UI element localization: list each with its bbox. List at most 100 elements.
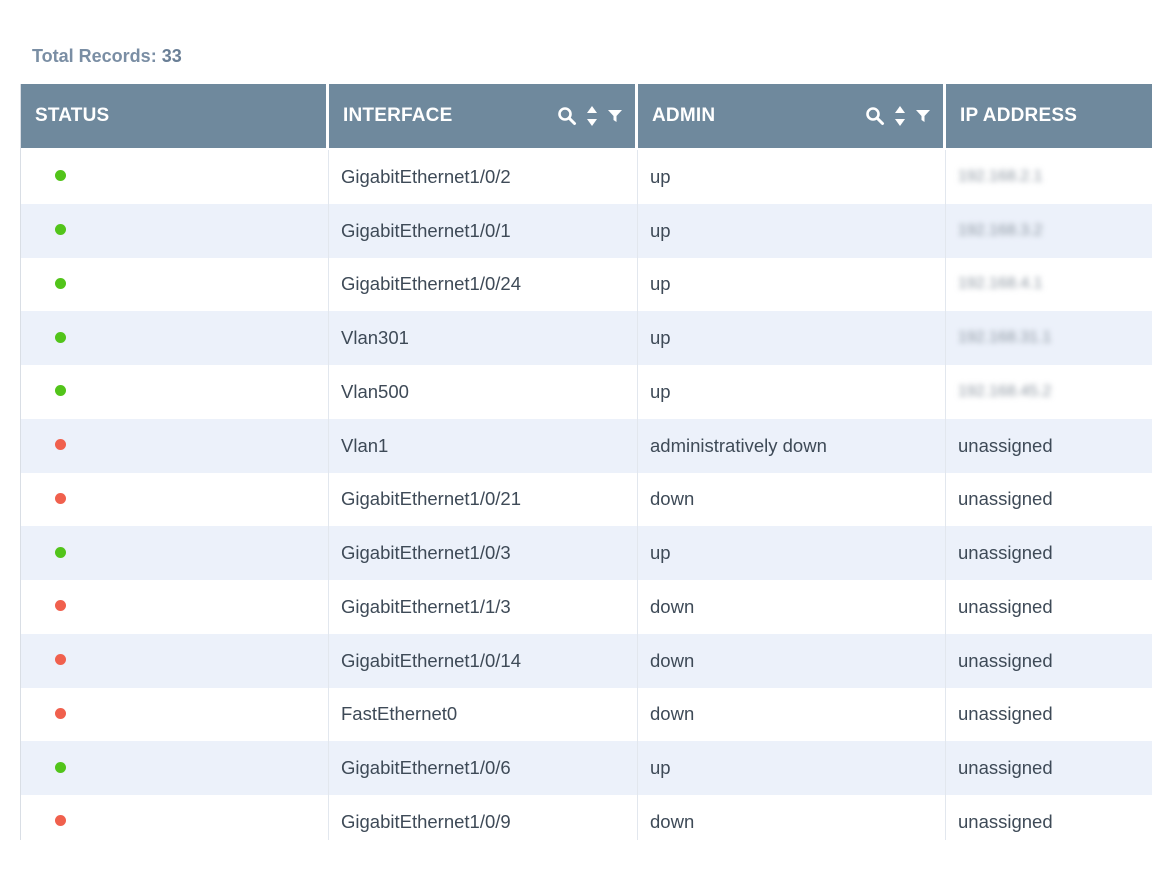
admin-cell: up [637, 257, 945, 312]
interfaces-table: STATUS INTERFACE ADMIN IP ADDRESS Gigabi… [20, 84, 1152, 840]
ip-address-cell: 192.168.2.1 [945, 150, 1152, 204]
table-body: GigabitEthernet1/0/2 up 192.168.2.1 Gigabit… [21, 150, 1152, 840]
interface-cell: GigabitEthernet1/0/21 [328, 472, 637, 527]
admin-cell: up [637, 203, 945, 258]
admin-cell: up [637, 365, 945, 419]
column-header-interface-label: INTERFACE [343, 105, 453, 126]
admin-cell: down [637, 472, 945, 527]
column-header-ip-address[interactable]: IP ADDRESS [946, 84, 1152, 148]
column-header-status-label: STATUS [35, 105, 110, 126]
search-icon[interactable] [865, 106, 885, 126]
table-row[interactable]: GigabitEthernet1/0/9 down unassigned [21, 795, 1152, 840]
ip-address-cell: unassigned [945, 418, 1152, 473]
ip-address-value: unassigned [958, 595, 1053, 617]
status-dot-icon [55, 385, 66, 397]
ip-address-value: 192.168.2.1 [958, 167, 1043, 185]
interface-cell: Vlan1 [328, 418, 637, 473]
interface-cell: GigabitEthernet1/0/6 [328, 741, 637, 795]
ip-address-value: 192.168.4.1 [958, 275, 1043, 293]
admin-cell: up [637, 526, 945, 580]
status-cell [21, 580, 328, 634]
ip-address-cell: 192.168.3.2 [945, 203, 1152, 258]
search-icon[interactable] [557, 106, 577, 126]
column-header-admin[interactable]: ADMIN [638, 84, 943, 148]
sort-icon[interactable] [586, 105, 598, 127]
admin-cell: up [637, 311, 945, 365]
interface-header-actions [557, 84, 623, 148]
total-records-label: Total Records: [32, 46, 157, 66]
status-cell [21, 688, 328, 742]
status-cell [21, 741, 328, 795]
column-header-admin-label: ADMIN [652, 105, 716, 126]
status-cell [21, 258, 328, 312]
status-dot-icon [55, 707, 66, 719]
ip-address-cell: unassigned [945, 526, 1152, 580]
interface-cell: FastEthernet0 [328, 687, 637, 742]
status-dot-icon [55, 761, 66, 773]
status-dot-icon [55, 224, 66, 236]
status-dot-icon [55, 331, 66, 343]
status-cell [21, 311, 328, 365]
ip-address-value: 192.168.3.2 [958, 221, 1043, 239]
filter-icon[interactable] [607, 108, 623, 124]
admin-cell: down [637, 687, 945, 742]
table-row[interactable]: GigabitEthernet1/0/6 up unassigned [21, 741, 1152, 795]
admin-cell: administratively down [637, 418, 945, 473]
interface-cell: GigabitEthernet1/0/3 [328, 526, 637, 580]
status-cell [21, 526, 328, 580]
admin-cell: up [637, 150, 945, 204]
table-row[interactable]: GigabitEthernet1/0/14 down unassigned [21, 633, 1152, 688]
total-records: Total Records: 33 [32, 46, 182, 67]
ip-address-value: unassigned [958, 703, 1053, 725]
status-cell [21, 795, 328, 840]
table-row[interactable]: GigabitEthernet1/1/3 down unassigned [21, 580, 1152, 634]
status-dot-icon [55, 492, 66, 504]
ip-address-value: unassigned [958, 757, 1053, 779]
ip-address-cell: unassigned [945, 580, 1152, 634]
ip-address-value: unassigned [958, 434, 1053, 456]
status-cell [21, 473, 328, 527]
table-row[interactable]: GigabitEthernet1/0/3 up unassigned [21, 526, 1152, 580]
ip-address-value: 192.168.31.1 [958, 329, 1052, 347]
sort-icon[interactable] [894, 105, 906, 127]
ip-address-value: unassigned [958, 542, 1053, 564]
table-row[interactable]: GigabitEthernet1/0/24 up 192.168.4.1 [21, 257, 1152, 312]
ip-address-cell: unassigned [945, 687, 1152, 742]
admin-cell: down [637, 633, 945, 688]
ip-address-cell: 192.168.45.2 [945, 365, 1152, 419]
ip-address-value: 192.168.45.2 [958, 382, 1052, 400]
ip-address-cell: unassigned [945, 795, 1152, 840]
ip-address-cell: 192.168.31.1 [945, 311, 1152, 365]
table-row[interactable]: GigabitEthernet1/0/21 down unassigned [21, 472, 1152, 527]
filter-icon[interactable] [915, 108, 931, 124]
ip-address-cell: unassigned [945, 472, 1152, 527]
column-header-status[interactable]: STATUS [21, 84, 326, 148]
column-header-interface[interactable]: INTERFACE [329, 84, 635, 148]
ip-address-cell: unassigned [945, 633, 1152, 688]
interface-cell: GigabitEthernet1/0/14 [328, 633, 637, 688]
status-cell [21, 365, 328, 419]
ip-address-value: unassigned [958, 649, 1053, 671]
status-dot-icon [55, 815, 66, 827]
table-row[interactable]: GigabitEthernet1/0/1 up 192.168.3.2 [21, 203, 1152, 258]
table-row[interactable]: Vlan1 administratively down unassigned [21, 418, 1152, 473]
status-dot-icon [55, 600, 66, 612]
ip-address-value: unassigned [958, 488, 1053, 510]
status-dot-icon [55, 277, 66, 289]
table-row[interactable]: FastEthernet0 down unassigned [21, 687, 1152, 742]
interface-cell: GigabitEthernet1/1/3 [328, 580, 637, 634]
interface-cell: GigabitEthernet1/0/24 [328, 257, 637, 312]
table-row[interactable]: Vlan301 up 192.168.31.1 [21, 311, 1152, 365]
status-dot-icon [55, 439, 66, 451]
admin-cell: down [637, 580, 945, 634]
status-cell [21, 419, 328, 473]
status-dot-icon [55, 546, 66, 558]
ip-address-cell: 192.168.4.1 [945, 257, 1152, 312]
status-dot-icon [55, 654, 66, 666]
admin-header-actions [865, 84, 931, 148]
interface-cell: GigabitEthernet1/0/1 [328, 203, 637, 258]
table-row[interactable]: GigabitEthernet1/0/2 up 192.168.2.1 [21, 150, 1152, 204]
table-row[interactable]: Vlan500 up 192.168.45.2 [21, 365, 1152, 419]
status-cell [21, 634, 328, 688]
interface-cell: GigabitEthernet1/0/2 [328, 150, 637, 204]
